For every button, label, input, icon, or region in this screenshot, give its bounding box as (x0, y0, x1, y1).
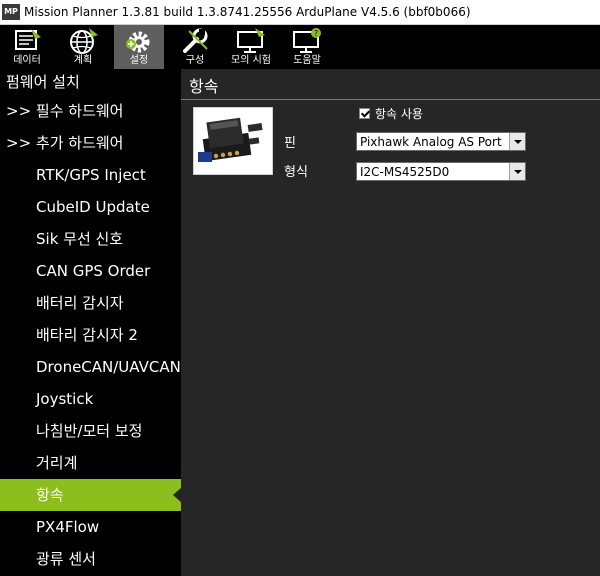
sidebar-item-sik-radio[interactable]: Sik 무선 신호 (0, 223, 181, 255)
toolbar-config-label: 구성 (185, 55, 205, 66)
type-select-value: I2C-MS4525D0 (360, 164, 450, 179)
globe-icon (70, 28, 98, 54)
gear-icon (126, 31, 150, 53)
sidebar-item-dronecan-uavcan[interactable]: DroneCAN/UAVCAN (0, 351, 181, 383)
window-title: Mission Planner 1.3.81 build 1.3.8741.25… (24, 5, 471, 19)
svg-text:?: ? (314, 29, 318, 38)
sidebar-item-rangefinder[interactable]: 거리계 (0, 447, 181, 479)
wrench-icon (183, 28, 208, 53)
airspeed-enable-checkbox[interactable]: 항속 사용 (359, 105, 423, 122)
toolbar-plan-button[interactable]: 계획 (58, 25, 108, 69)
page-title: 항속 (189, 77, 219, 96)
pin-label: 핀 (284, 136, 296, 151)
sidebar-item-mandatory-hardware[interactable]: >> 필수 하드웨어 (0, 95, 181, 127)
sidebar-item-cubeid-update[interactable]: CubeID Update (0, 191, 181, 223)
setup-sidebar: 펌웨어 설치 >> 필수 하드웨어 >> 추가 하드웨어 RTK/GPS Inj… (0, 69, 181, 576)
toolbar-help-label: 도움말 (293, 55, 321, 66)
sidebar-item-can-gps-order[interactable]: CAN GPS Order (0, 255, 181, 287)
sidebar-item-airspeed-label: 항속 (36, 486, 64, 504)
airspeed-panel: 항속 항속 사용 핀 Pixhawk Analog AS Port 형식 I2C… (181, 69, 600, 576)
sidebar-item-optional-hardware[interactable]: >> 추가 하드웨어 (0, 127, 181, 159)
chevron-down-icon[interactable] (509, 133, 525, 150)
main-toolbar: 데이터 계획 설정 구성 모의 시험 ? 도움말 (0, 25, 600, 69)
toolbar-plan-label: 계획 (73, 55, 93, 66)
pin-select-value: Pixhawk Analog AS Port (360, 134, 502, 149)
toolbar-config-button[interactable]: 구성 (170, 25, 220, 69)
window-title-bar: MP Mission Planner 1.3.81 build 1.3.8741… (0, 0, 600, 25)
title-divider (181, 99, 600, 100)
sidebar-item-install-firmware[interactable]: 펌웨어 설치 (0, 69, 181, 95)
toolbar-setup-label: 설정 (129, 55, 149, 66)
chevron-down-icon[interactable] (509, 163, 525, 180)
type-select[interactable]: I2C-MS4525D0 (356, 162, 526, 181)
airspeed-sensor-image (193, 107, 273, 175)
active-indicator-arrow (173, 487, 181, 503)
toolbar-data-label: 데이터 (13, 55, 41, 66)
toolbar-data-button[interactable]: 데이터 (2, 25, 52, 69)
sidebar-item-px4flow[interactable]: PX4Flow (0, 511, 181, 543)
sidebar-item-battery-monitor[interactable]: 배터리 감시자 (0, 287, 181, 319)
pin-select[interactable]: Pixhawk Analog AS Port (356, 132, 526, 151)
app-logo-icon: MP (2, 4, 20, 20)
checkbox-checked-icon (359, 108, 370, 119)
sidebar-item-compass-motor-calib[interactable]: 나침반/모터 보정 (0, 415, 181, 447)
sidebar-item-optical-flow[interactable]: 광류 센서 (0, 543, 181, 575)
sidebar-item-rtk-gps-inject[interactable]: RTK/GPS Inject (0, 159, 181, 191)
sidebar-item-joystick[interactable]: Joystick (0, 383, 181, 415)
help-icon: ? (293, 28, 321, 53)
airspeed-enable-label: 항속 사용 (375, 107, 423, 121)
type-label: 형식 (284, 165, 308, 180)
toolbar-help-button[interactable]: ? 도움말 (282, 25, 332, 69)
toolbar-setup-button[interactable]: 설정 (114, 25, 164, 69)
sidebar-item-airspeed[interactable]: 항속 (0, 479, 181, 511)
toolbar-simulation-label: 모의 시험 (231, 55, 271, 66)
sidebar-item-battery-monitor-2[interactable]: 배타리 감시자 2 (0, 319, 181, 351)
toolbar-simulation-button[interactable]: 모의 시험 (226, 25, 276, 69)
data-icon (15, 29, 41, 50)
simulation-icon (237, 28, 265, 53)
